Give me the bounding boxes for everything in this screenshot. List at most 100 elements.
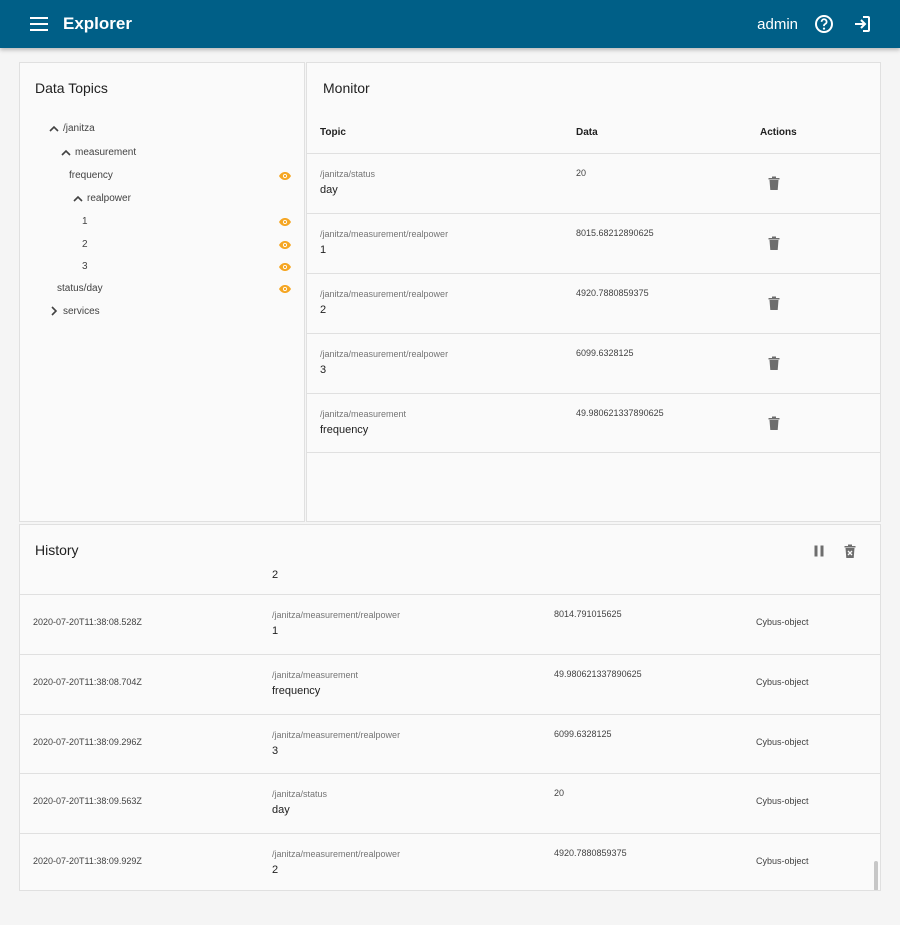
- eye-icon[interactable]: [278, 215, 292, 229]
- history-title: History: [35, 542, 79, 558]
- data-value: 6099.6328125: [554, 729, 612, 739]
- topic-path: /janitza/status: [320, 169, 376, 179]
- tree-item-label: status/day: [57, 282, 103, 294]
- table-row[interactable]: /janitza/measurement/realpower 3 6099.63…: [307, 333, 880, 393]
- topic-leaf: day: [272, 804, 290, 816]
- timestamp: 2020-07-20T11:38:09.563Z: [33, 796, 142, 806]
- timestamp: 2020-07-20T11:38:08.704Z: [33, 677, 142, 687]
- topic-leaf: 1: [272, 625, 279, 637]
- chevron-right-icon[interactable]: [48, 305, 60, 317]
- column-header-actions: Actions: [760, 127, 797, 138]
- app-title: Explorer: [63, 14, 132, 33]
- delete-icon[interactable]: [765, 414, 783, 432]
- monitor-title: Monitor: [323, 80, 370, 96]
- table-row[interactable]: 2020-07-20T11:38:09.296Z /janitza/measur…: [20, 714, 880, 774]
- partial-topic-leaf: 2: [272, 569, 279, 581]
- topic-path: /janitza/status: [272, 789, 328, 799]
- tree-item-measurement[interactable]: measurement: [60, 142, 136, 162]
- column-header-data[interactable]: Data: [576, 127, 598, 138]
- topic-leaf: frequency: [272, 685, 321, 697]
- delete-icon[interactable]: [765, 234, 783, 252]
- column-header-topic[interactable]: Topic: [320, 127, 346, 138]
- history-panel[interactable]: History 2 2020-07-20T11:38:08.528Z /jani…: [19, 524, 881, 891]
- eye-icon[interactable]: [278, 238, 292, 252]
- data-topics-panel: Data Topics /janitza measurement frequen…: [19, 62, 305, 522]
- monitor-panel: Monitor Topic Data Actions /janitza/stat…: [306, 62, 881, 522]
- clear-history-icon[interactable]: [841, 542, 859, 560]
- table-row[interactable]: 2020-07-20T11:38:09.929Z /janitza/measur…: [20, 833, 880, 890]
- logout-icon[interactable]: [850, 12, 874, 36]
- topic-leaf: 3: [272, 745, 279, 757]
- topic-path: /janitza/measurement/realpower: [272, 610, 401, 620]
- data-value: 8014.791015625: [554, 609, 622, 619]
- data-value: 8015.68212890625: [576, 228, 654, 238]
- topic-leaf: 3: [320, 364, 327, 376]
- eye-icon[interactable]: [278, 282, 292, 296]
- delete-icon[interactable]: [765, 294, 783, 312]
- topic-leaf: 2: [320, 304, 327, 316]
- source: Cybus-object: [756, 796, 809, 806]
- table-row[interactable]: /janitza/status day 20: [307, 153, 880, 213]
- topic-path: /janitza/measurement/realpower: [272, 849, 401, 859]
- chevron-up-icon[interactable]: [60, 146, 72, 158]
- tree-item-janitza[interactable]: /janitza: [48, 118, 95, 138]
- source: Cybus-object: [756, 677, 809, 687]
- tree-item-realpower-2[interactable]: 2: [82, 234, 88, 254]
- username[interactable]: admin: [757, 16, 798, 33]
- topic-path: /janitza/measurement/realpower: [320, 289, 449, 299]
- tree-item-label: 1: [82, 215, 88, 227]
- table-row[interactable]: 2020-07-20T11:38:09.563Z /janitza/status…: [20, 773, 880, 833]
- data-topics-title: Data Topics: [35, 80, 108, 96]
- eye-icon[interactable]: [278, 169, 292, 183]
- delete-icon[interactable]: [765, 174, 783, 192]
- data-value: 49.980621337890625: [576, 408, 664, 418]
- chevron-up-icon[interactable]: [72, 192, 84, 204]
- topic-leaf: 1: [320, 244, 327, 256]
- tree-item-frequency[interactable]: frequency: [69, 165, 294, 185]
- eye-icon[interactable]: [278, 260, 292, 274]
- topic-path: /janitza/measurement: [320, 409, 407, 419]
- tree-item-label: frequency: [69, 169, 113, 181]
- topic-path: /janitza/measurement/realpower: [320, 229, 449, 239]
- table-row[interactable]: /janitza/measurement/realpower 1 8015.68…: [307, 213, 880, 273]
- history-scrollbar[interactable]: [874, 861, 878, 890]
- timestamp: 2020-07-20T11:38:09.296Z: [33, 737, 142, 747]
- topic-path: /janitza/measurement/realpower: [272, 730, 401, 740]
- tree-item-label: 2: [82, 238, 88, 250]
- source: Cybus-object: [756, 856, 809, 866]
- topic-leaf: day: [320, 184, 338, 196]
- topic-path: /janitza/measurement: [272, 670, 359, 680]
- source: Cybus-object: [756, 617, 809, 627]
- tree-item-label: realpower: [87, 192, 131, 204]
- tree-item-realpower-1[interactable]: 1: [82, 211, 88, 231]
- table-row[interactable]: 2020-07-20T11:38:08.704Z /janitza/measur…: [20, 654, 880, 714]
- tree-item-label: /janitza: [63, 122, 95, 134]
- data-value: 49.980621337890625: [554, 669, 642, 679]
- data-value: 4920.7880859375: [554, 848, 627, 858]
- topic-leaf: 2: [272, 864, 279, 876]
- table-row[interactable]: 2020-07-20T11:38:08.528Z /janitza/measur…: [20, 594, 880, 654]
- timestamp: 2020-07-20T11:38:08.528Z: [33, 617, 142, 627]
- topic-path: /janitza/measurement/realpower: [320, 349, 449, 359]
- data-value: 4920.7880859375: [576, 288, 649, 298]
- tree-item-label: services: [63, 305, 100, 317]
- tree-item-label: 3: [82, 260, 88, 272]
- timestamp: 2020-07-20T11:38:09.929Z: [33, 856, 142, 866]
- table-row[interactable]: /janitza/measurement frequency 49.980621…: [307, 393, 880, 453]
- help-icon[interactable]: [812, 12, 836, 36]
- tree-item-label: measurement: [75, 146, 137, 158]
- tree-item-services[interactable]: services: [48, 301, 100, 321]
- source: Cybus-object: [756, 737, 809, 747]
- pause-icon[interactable]: [810, 542, 828, 560]
- tree-item-realpower[interactable]: realpower: [72, 188, 131, 208]
- data-value: 20: [576, 168, 587, 178]
- data-value: 20: [554, 788, 565, 798]
- delete-icon[interactable]: [765, 354, 783, 372]
- chevron-up-icon[interactable]: [48, 122, 60, 134]
- tree-item-status-day[interactable]: status/day: [57, 278, 103, 298]
- data-value: 6099.6328125: [576, 348, 634, 358]
- app-bar: Explorer admin: [0, 0, 900, 48]
- menu-icon[interactable]: [27, 12, 51, 36]
- table-row[interactable]: /janitza/measurement/realpower 2 4920.78…: [307, 273, 880, 333]
- tree-item-realpower-3[interactable]: 3: [82, 256, 88, 276]
